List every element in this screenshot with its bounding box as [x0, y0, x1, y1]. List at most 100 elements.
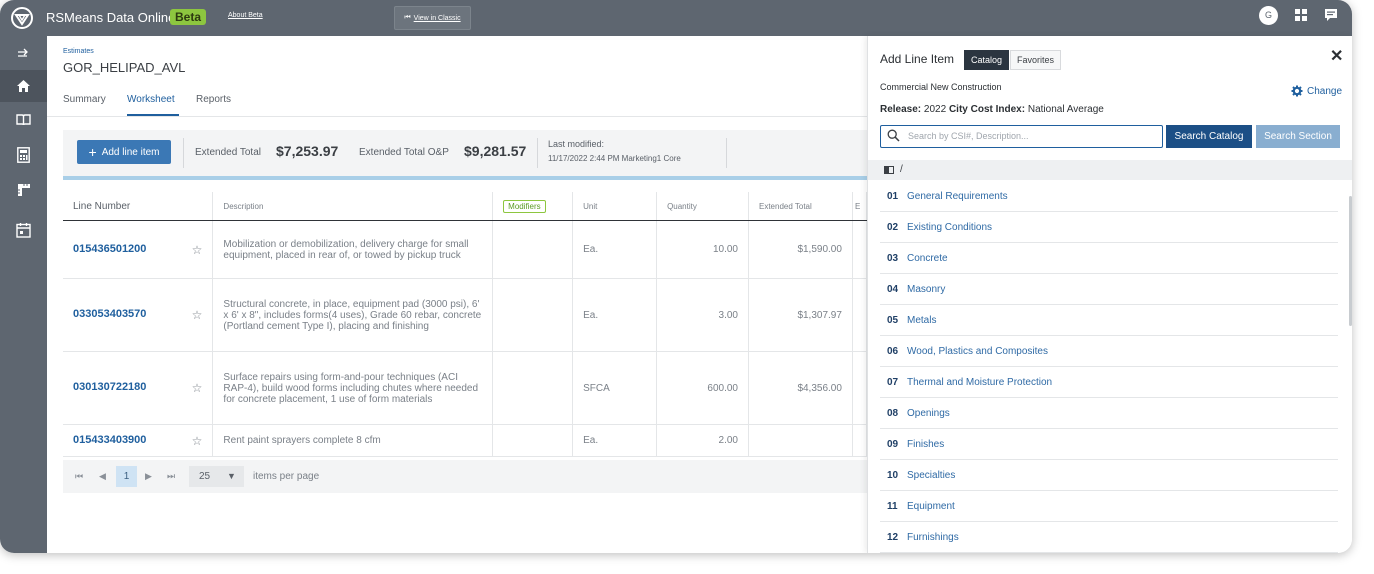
panel-scrollbar[interactable]	[1349, 196, 1352, 326]
division-name[interactable]: Finishes	[907, 439, 944, 450]
add-line-item-label: Add line item	[101, 146, 160, 158]
col-unit[interactable]: Unit	[572, 192, 658, 221]
col-modifiers[interactable]: Modifiers	[492, 192, 574, 221]
list-item[interactable]: 04 Masonry	[880, 274, 1338, 305]
sidebar-item-book[interactable]	[0, 104, 47, 136]
partial-cell	[852, 278, 868, 352]
next-page-icon[interactable]: ▶	[145, 471, 152, 482]
panel-title: Add Line Item	[880, 52, 955, 66]
breadcrumb[interactable]: Estimates	[63, 48, 94, 55]
list-item[interactable]: 08 Openings	[880, 398, 1338, 429]
list-item[interactable]: 02 Existing Conditions	[880, 212, 1338, 243]
col-description[interactable]: Description	[212, 192, 494, 221]
apps-grid-icon[interactable]	[1295, 9, 1307, 21]
col-line-number[interactable]: Line Number	[63, 192, 214, 221]
toolbar-divider	[537, 138, 538, 168]
view-in-classic-button[interactable]: ⏮ View in Classic	[394, 6, 471, 30]
list-item[interactable]: 06 Wood, Plastics and Composites	[880, 336, 1338, 367]
line-number-cell[interactable]: 015433403900 ☆	[63, 424, 214, 457]
line-number[interactable]: 033053403570	[73, 308, 146, 320]
division-name[interactable]: Furnishings	[907, 532, 959, 543]
division-name[interactable]: Existing Conditions	[907, 222, 992, 233]
user-avatar[interactable]: G	[1259, 6, 1278, 25]
division-name[interactable]: Specialties	[907, 470, 955, 481]
list-item[interactable]: 09 Finishes	[880, 429, 1338, 460]
sidebar-collapse[interactable]	[0, 38, 47, 70]
rsmeans-logo-icon[interactable]	[11, 7, 33, 29]
star-icon[interactable]: ☆	[192, 308, 203, 322]
tab-summary[interactable]: Summary	[63, 94, 106, 105]
list-item[interactable]: 05 Metals	[880, 305, 1338, 336]
division-code: 07	[887, 376, 899, 388]
about-beta-link[interactable]: About Beta	[228, 12, 263, 19]
line-number-cell[interactable]: 015436501200 ☆	[63, 220, 214, 279]
division-code: 12	[887, 531, 899, 543]
sidebar-item-home[interactable]	[0, 70, 47, 102]
division-name[interactable]: Concrete	[907, 253, 948, 264]
line-number[interactable]: 015433403900	[73, 434, 146, 446]
home-icon	[17, 80, 30, 92]
extended-total-op-label: Extended Total O&P	[359, 147, 449, 158]
skip-back-icon: ⏮	[404, 14, 411, 21]
line-number-cell[interactable]: 033053403570 ☆	[63, 278, 214, 352]
tab-favorites[interactable]: Favorites	[1010, 50, 1062, 70]
modifiers-cell	[492, 351, 574, 425]
star-icon[interactable]: ☆	[192, 243, 203, 257]
table-row[interactable]: 030130722180 ☆ Surface repairs using form…	[63, 351, 868, 425]
feedback-icon[interactable]	[1324, 8, 1338, 22]
book-icon[interactable]	[884, 166, 894, 174]
col-quantity[interactable]: Quantity	[656, 192, 749, 221]
list-item[interactable]: 01 General Requirements	[880, 181, 1338, 212]
star-icon[interactable]: ☆	[192, 434, 203, 448]
col-partial[interactable]: E	[852, 192, 868, 221]
search-section-button[interactable]: Search Section	[1256, 125, 1340, 148]
catalog-search-input[interactable]: Search by CSI#, Description...	[880, 125, 1163, 148]
col-extended-total[interactable]: Extended Total	[748, 192, 853, 221]
description-cell: Rent paint sprayers complete 8 cfm	[212, 424, 494, 457]
sidebar-item-measure[interactable]	[0, 174, 47, 206]
division-name[interactable]: Openings	[907, 408, 950, 419]
list-item[interactable]: 12 Furnishings	[880, 522, 1338, 553]
quantity-cell[interactable]: 2.00	[656, 424, 749, 457]
table-row[interactable]: 015433403900 ☆ Rent paint sprayers comple…	[63, 424, 868, 457]
last-page-icon[interactable]: ⏭	[167, 471, 175, 482]
sidebar-item-calculator[interactable]	[0, 139, 47, 171]
division-name[interactable]: Metals	[907, 315, 936, 326]
line-number[interactable]: 030130722180	[73, 381, 146, 393]
quantity-cell[interactable]: 600.00	[656, 351, 749, 425]
release-label: Release:	[880, 104, 922, 115]
division-name[interactable]: Wood, Plastics and Composites	[907, 346, 1048, 357]
table-row[interactable]: 015436501200 ☆ Mobilization or demobiliza…	[63, 220, 868, 279]
quantity-cell[interactable]: 3.00	[656, 278, 749, 352]
division-name[interactable]: Thermal and Moisture Protection	[907, 377, 1052, 388]
tab-worksheet[interactable]: Worksheet	[127, 94, 175, 105]
tab-catalog[interactable]: Catalog	[964, 50, 1010, 70]
division-code: 11	[887, 500, 898, 512]
add-line-item-button[interactable]: + Add line item	[77, 140, 171, 164]
catalog-path[interactable]: /	[900, 164, 903, 175]
change-label: Change	[1307, 85, 1343, 97]
table-header-row: Line Number Description Modifiers Unit Q…	[63, 192, 868, 221]
current-page-button[interactable]: 1	[116, 466, 137, 487]
list-item[interactable]: 03 Concrete	[880, 243, 1338, 274]
close-icon[interactable]: ✕	[1330, 46, 1343, 66]
table-row[interactable]: 033053403570 ☆ Structural concrete, in pl…	[63, 278, 868, 352]
tab-reports[interactable]: Reports	[196, 94, 231, 105]
search-catalog-button[interactable]: Search Catalog	[1166, 125, 1252, 148]
prev-page-icon[interactable]: ◀	[99, 471, 106, 482]
list-item[interactable]: 11 Equipment	[880, 491, 1338, 522]
first-page-icon[interactable]: ⏮	[75, 471, 83, 482]
page-size-select[interactable]: 25 ▼	[189, 466, 244, 487]
line-number[interactable]: 015436501200	[73, 243, 146, 255]
line-number-cell[interactable]: 030130722180 ☆	[63, 351, 214, 425]
sidebar-item-calendar[interactable]	[0, 214, 47, 246]
division-name[interactable]: Equipment	[907, 501, 955, 512]
change-button[interactable]: Change	[1291, 85, 1342, 97]
list-item[interactable]: 07 Thermal and Moisture Protection	[880, 367, 1338, 398]
division-name[interactable]: General Requirements	[907, 191, 1008, 202]
extended-total-value: $7,253.97	[276, 143, 339, 159]
division-name[interactable]: Masonry	[907, 284, 945, 295]
star-icon[interactable]: ☆	[192, 381, 203, 395]
quantity-cell[interactable]: 10.00	[656, 220, 749, 279]
list-item[interactable]: 10 Specialties	[880, 460, 1338, 491]
